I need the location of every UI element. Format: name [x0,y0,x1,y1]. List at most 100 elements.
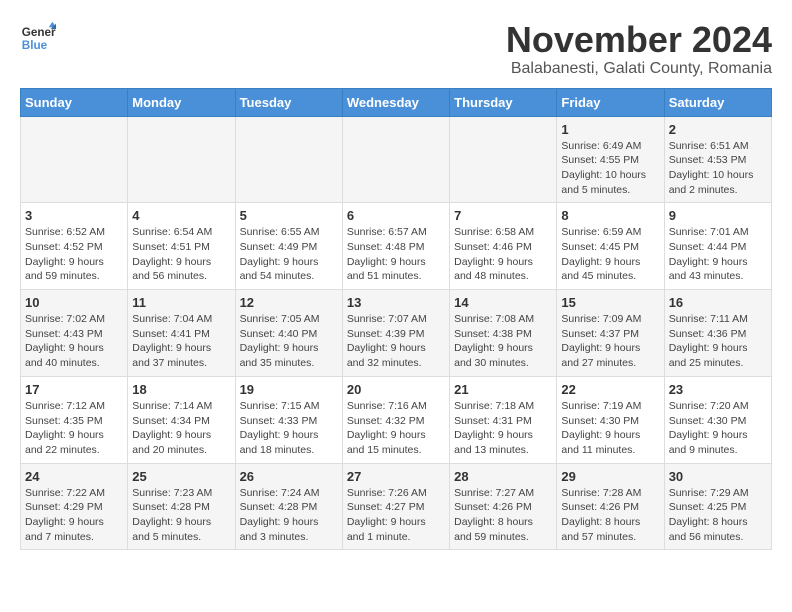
calendar-cell [21,116,128,203]
day-info: Sunrise: 7:19 AM Sunset: 4:30 PM Dayligh… [561,399,659,458]
logo-icon: General Blue [20,20,56,56]
header: General Blue November 2024 Balabanesti, … [20,20,772,78]
day-header-sunday: Sunday [21,88,128,116]
calendar-cell: 24 Sunrise: 7:22 AM Sunset: 4:29 PM Dayli… [21,463,128,550]
day-info: Sunrise: 7:14 AM Sunset: 4:34 PM Dayligh… [132,399,230,458]
day-number: 27 [347,469,445,484]
calendar-cell: 20 Sunrise: 7:16 AM Sunset: 4:32 PM Dayli… [342,376,449,463]
day-number: 12 [240,295,338,310]
day-info: Sunrise: 6:55 AM Sunset: 4:49 PM Dayligh… [240,225,338,284]
day-info: Sunrise: 6:52 AM Sunset: 4:52 PM Dayligh… [25,225,123,284]
day-number: 1 [561,122,659,137]
calendar-cell: 11Sunrise: 7:04 AM Sunset: 4:41 PM Dayli… [128,290,235,377]
week-row-3: 10Sunrise: 7:02 AM Sunset: 4:43 PM Dayli… [21,290,772,377]
calendar-cell: 12 Sunrise: 7:05 AM Sunset: 4:40 PM Dayli… [235,290,342,377]
day-info: Sunrise: 7:18 AM Sunset: 4:31 PM Dayligh… [454,399,552,458]
day-header-wednesday: Wednesday [342,88,449,116]
day-number: 28 [454,469,552,484]
day-number: 7 [454,208,552,223]
calendar-cell: 19 Sunrise: 7:15 AM Sunset: 4:33 PM Dayli… [235,376,342,463]
title-area: November 2024 Balabanesti, Galati County… [506,20,772,78]
day-number: 5 [240,208,338,223]
day-number: 29 [561,469,659,484]
day-number: 8 [561,208,659,223]
day-info: Sunrise: 7:27 AM Sunset: 4:26 PM Dayligh… [454,486,552,545]
calendar-cell: 9 Sunrise: 7:01 AM Sunset: 4:44 PM Daylig… [664,203,771,290]
day-number: 30 [669,469,767,484]
calendar-cell: 7 Sunrise: 6:58 AM Sunset: 4:46 PM Daylig… [450,203,557,290]
calendar-cell: 8 Sunrise: 6:59 AM Sunset: 4:45 PM Daylig… [557,203,664,290]
calendar-cell: 25Sunrise: 7:23 AM Sunset: 4:28 PM Dayli… [128,463,235,550]
day-info: Sunrise: 7:28 AM Sunset: 4:26 PM Dayligh… [561,486,659,545]
day-number: 4 [132,208,230,223]
day-number: 26 [240,469,338,484]
week-row-2: 3Sunrise: 6:52 AM Sunset: 4:52 PM Daylig… [21,203,772,290]
calendar-cell: 29 Sunrise: 7:28 AM Sunset: 4:26 PM Dayli… [557,463,664,550]
calendar-cell: 13 Sunrise: 7:07 AM Sunset: 4:39 PM Dayli… [342,290,449,377]
header-row: SundayMondayTuesdayWednesdayThursdayFrid… [21,88,772,116]
calendar-cell: 10Sunrise: 7:02 AM Sunset: 4:43 PM Dayli… [21,290,128,377]
day-info: Sunrise: 7:16 AM Sunset: 4:32 PM Dayligh… [347,399,445,458]
day-number: 16 [669,295,767,310]
day-info: Sunrise: 6:51 AM Sunset: 4:53 PM Dayligh… [669,139,767,198]
day-number: 9 [669,208,767,223]
day-number: 24 [25,469,123,484]
day-info: Sunrise: 7:29 AM Sunset: 4:25 PM Dayligh… [669,486,767,545]
calendar-cell: 15Sunrise: 7:09 AM Sunset: 4:37 PM Dayli… [557,290,664,377]
calendar-cell: 21 Sunrise: 7:18 AM Sunset: 4:31 PM Dayli… [450,376,557,463]
calendar-cell: 28 Sunrise: 7:27 AM Sunset: 4:26 PM Dayli… [450,463,557,550]
day-number: 15 [561,295,659,310]
day-number: 22 [561,382,659,397]
day-info: Sunrise: 7:12 AM Sunset: 4:35 PM Dayligh… [25,399,123,458]
day-number: 20 [347,382,445,397]
day-info: Sunrise: 7:20 AM Sunset: 4:30 PM Dayligh… [669,399,767,458]
day-number: 13 [347,295,445,310]
week-row-5: 24 Sunrise: 7:22 AM Sunset: 4:29 PM Dayli… [21,463,772,550]
week-row-1: 1 Sunrise: 6:49 AM Sunset: 4:55 PM Daylig… [21,116,772,203]
calendar-cell: 18 Sunrise: 7:14 AM Sunset: 4:34 PM Dayli… [128,376,235,463]
day-number: 19 [240,382,338,397]
day-header-thursday: Thursday [450,88,557,116]
day-info: Sunrise: 7:22 AM Sunset: 4:29 PM Dayligh… [25,486,123,545]
svg-text:General: General [22,26,56,39]
day-info: Sunrise: 6:59 AM Sunset: 4:45 PM Dayligh… [561,225,659,284]
day-number: 21 [454,382,552,397]
day-header-friday: Friday [557,88,664,116]
week-row-4: 17 Sunrise: 7:12 AM Sunset: 4:35 PM Dayli… [21,376,772,463]
day-info: Sunrise: 7:15 AM Sunset: 4:33 PM Dayligh… [240,399,338,458]
day-number: 18 [132,382,230,397]
logo: General Blue [20,20,56,56]
day-number: 14 [454,295,552,310]
calendar-cell: 17 Sunrise: 7:12 AM Sunset: 4:35 PM Dayli… [21,376,128,463]
calendar-cell: 26Sunrise: 7:24 AM Sunset: 4:28 PM Dayli… [235,463,342,550]
day-number: 25 [132,469,230,484]
day-info: Sunrise: 6:58 AM Sunset: 4:46 PM Dayligh… [454,225,552,284]
day-info: Sunrise: 7:05 AM Sunset: 4:40 PM Dayligh… [240,312,338,371]
calendar-cell: 23Sunrise: 7:20 AM Sunset: 4:30 PM Dayli… [664,376,771,463]
day-info: Sunrise: 7:11 AM Sunset: 4:36 PM Dayligh… [669,312,767,371]
calendar-table: SundayMondayTuesdayWednesdayThursdayFrid… [20,88,772,551]
day-info: Sunrise: 7:26 AM Sunset: 4:27 PM Dayligh… [347,486,445,545]
day-info: Sunrise: 6:54 AM Sunset: 4:51 PM Dayligh… [132,225,230,284]
calendar-cell: 14 Sunrise: 7:08 AM Sunset: 4:38 PM Dayli… [450,290,557,377]
day-info: Sunrise: 7:01 AM Sunset: 4:44 PM Dayligh… [669,225,767,284]
day-header-monday: Monday [128,88,235,116]
month-title: November 2024 [506,20,772,60]
day-info: Sunrise: 6:57 AM Sunset: 4:48 PM Dayligh… [347,225,445,284]
day-number: 17 [25,382,123,397]
day-info: Sunrise: 6:49 AM Sunset: 4:55 PM Dayligh… [561,139,659,198]
calendar-cell: 30 Sunrise: 7:29 AM Sunset: 4:25 PM Dayli… [664,463,771,550]
day-number: 6 [347,208,445,223]
day-info: Sunrise: 7:08 AM Sunset: 4:38 PM Dayligh… [454,312,552,371]
day-number: 2 [669,122,767,137]
calendar-cell: 2 Sunrise: 6:51 AM Sunset: 4:53 PM Daylig… [664,116,771,203]
calendar-cell [342,116,449,203]
day-info: Sunrise: 7:07 AM Sunset: 4:39 PM Dayligh… [347,312,445,371]
calendar-cell: 4 Sunrise: 6:54 AM Sunset: 4:51 PM Daylig… [128,203,235,290]
calendar-cell: 1 Sunrise: 6:49 AM Sunset: 4:55 PM Daylig… [557,116,664,203]
svg-text:Blue: Blue [22,39,48,52]
calendar-cell: 22 Sunrise: 7:19 AM Sunset: 4:30 PM Dayli… [557,376,664,463]
day-number: 10 [25,295,123,310]
day-header-saturday: Saturday [664,88,771,116]
calendar-cell: 5 Sunrise: 6:55 AM Sunset: 4:49 PM Daylig… [235,203,342,290]
